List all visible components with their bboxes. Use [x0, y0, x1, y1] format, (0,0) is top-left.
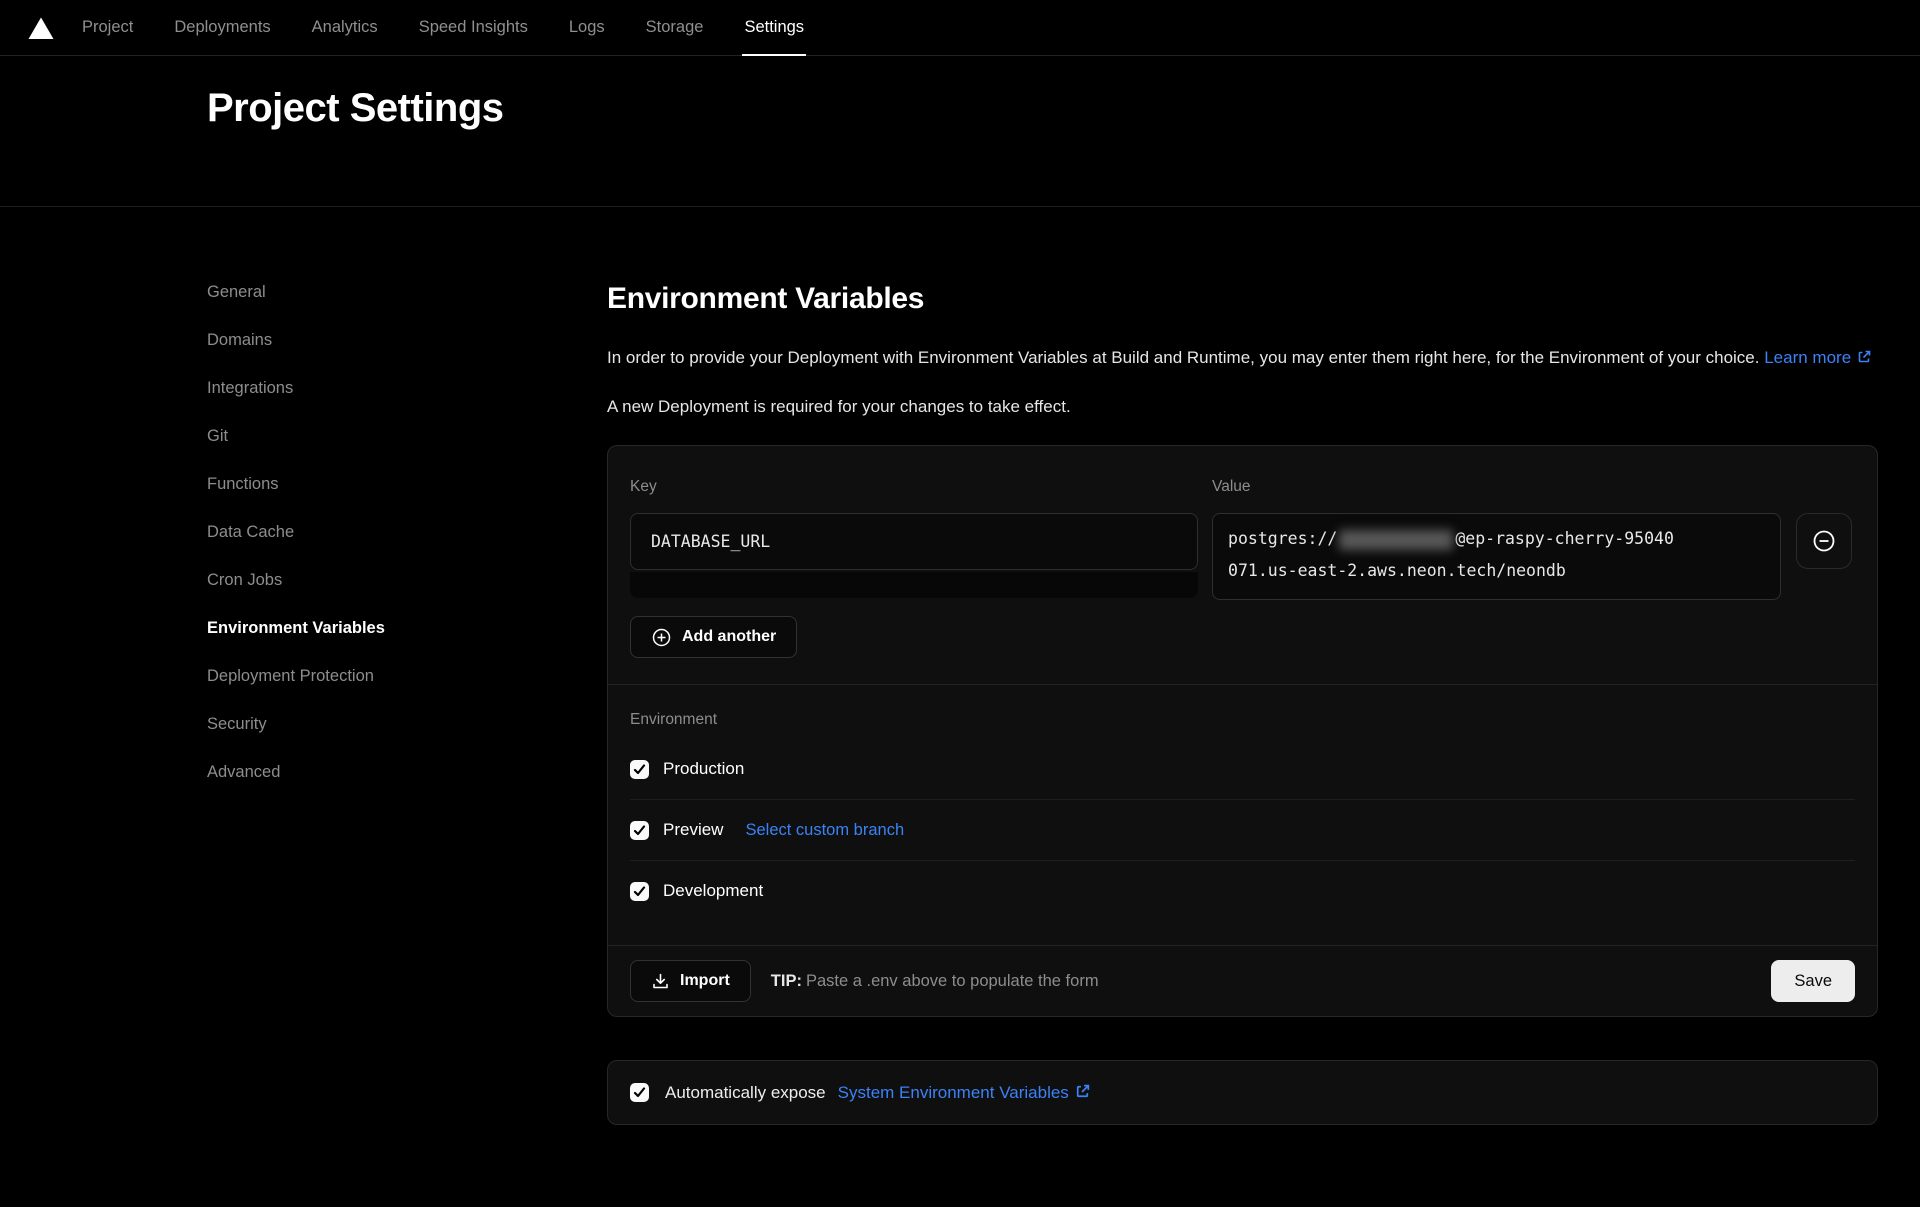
- add-another-button[interactable]: Add another: [630, 616, 797, 658]
- tip-text: TIP:Paste a .env above to populate the f…: [771, 972, 1099, 991]
- value-line-1: postgres:// @ep-raspy-cherry-95040: [1228, 523, 1765, 555]
- key-label: Key: [630, 478, 1198, 498]
- nav-tab-analytics[interactable]: Analytics: [312, 0, 378, 55]
- sidebar-item-functions[interactable]: Functions: [207, 474, 279, 494]
- environment-row-development: Development: [630, 861, 1855, 921]
- check-icon: [633, 763, 646, 776]
- external-link-icon: [1074, 1083, 1091, 1100]
- sidebar-item-advanced[interactable]: Advanced: [207, 762, 280, 782]
- sidebar-item-integrations[interactable]: Integrations: [207, 378, 293, 398]
- key-value: DATABASE_URL: [651, 532, 770, 551]
- nav-tab-project[interactable]: Project: [82, 0, 133, 55]
- nav-tab-logs[interactable]: Logs: [569, 0, 605, 55]
- add-another-label: Add another: [682, 628, 776, 646]
- card-divider: [608, 684, 1877, 685]
- sidebar-item-general[interactable]: General: [207, 282, 266, 302]
- nav-tab-settings[interactable]: Settings: [744, 0, 804, 55]
- nav-tab-storage[interactable]: Storage: [646, 0, 704, 55]
- expose-label: Automatically expose: [665, 1083, 826, 1103]
- sidebar-item-environment-variables[interactable]: Environment Variables: [207, 618, 385, 638]
- environment-row-preview: Preview Select custom branch: [630, 800, 1855, 860]
- sidebar-item-data-cache[interactable]: Data Cache: [207, 522, 294, 542]
- learn-more-label: Learn more: [1764, 348, 1851, 367]
- description-text: In order to provide your Deployment with…: [607, 348, 1759, 367]
- page-title: Project Settings: [207, 86, 1920, 131]
- system-env-link-label: System Environment Variables: [838, 1083, 1069, 1102]
- check-icon: [633, 885, 646, 898]
- value-input[interactable]: postgres:// @ep-raspy-cherry-95040 071.us…: [1212, 513, 1781, 600]
- environment-label: Environment: [630, 711, 1855, 731]
- section-description: In order to provide your Deployment with…: [607, 342, 1878, 373]
- nav-tab-deployments[interactable]: Deployments: [174, 0, 270, 55]
- sidebar-item-security[interactable]: Security: [207, 714, 267, 734]
- value-host-part-2: 071.us-east-2.aws.neon.tech/neondb: [1228, 561, 1566, 580]
- circle-minus-icon: [1809, 526, 1839, 556]
- nav-tab-speed-insights[interactable]: Speed Insights: [419, 0, 528, 55]
- circle-plus-icon: [651, 627, 672, 648]
- remove-row-button[interactable]: [1796, 513, 1852, 569]
- development-checkbox[interactable]: [630, 882, 649, 901]
- select-custom-branch-link[interactable]: Select custom branch: [745, 821, 904, 840]
- key-input[interactable]: DATABASE_URL: [630, 513, 1198, 570]
- card-footer: Import TIP:Paste a .env above to populat…: [608, 945, 1877, 1016]
- expose-checkbox[interactable]: [630, 1083, 649, 1102]
- redacted-credentials: [1339, 530, 1453, 550]
- value-host-part-1: @ep-raspy-cherry-95040: [1455, 529, 1674, 548]
- sidebar-item-cron-jobs[interactable]: Cron Jobs: [207, 570, 282, 590]
- tip-prefix: TIP:: [771, 972, 802, 990]
- key-input-extension: [630, 572, 1198, 598]
- preview-checkbox[interactable]: [630, 821, 649, 840]
- sidebar-item-domains[interactable]: Domains: [207, 330, 272, 350]
- nav-tabs: Project Deployments Analytics Speed Insi…: [82, 0, 804, 55]
- check-icon: [633, 1086, 646, 1099]
- value-line-2: 071.us-east-2.aws.neon.tech/neondb: [1228, 555, 1765, 587]
- settings-sidebar: General Domains Integrations Git Functio…: [207, 282, 607, 1125]
- deployment-note: A new Deployment is required for your ch…: [607, 397, 1878, 417]
- key-value-row: Key DATABASE_URL Value postgres:// @ep-ra…: [630, 478, 1852, 600]
- environment-row-production: Production: [630, 739, 1855, 799]
- system-env-variables-link[interactable]: System Environment Variables: [838, 1083, 1091, 1103]
- check-icon: [633, 824, 646, 837]
- production-label: Production: [663, 759, 744, 779]
- content: General Domains Integrations Git Functio…: [0, 207, 1920, 1125]
- learn-more-link[interactable]: Learn more: [1764, 348, 1872, 367]
- external-link-icon: [1856, 349, 1872, 365]
- env-var-form-card: Key DATABASE_URL Value postgres:// @ep-ra…: [607, 445, 1878, 1017]
- environment-section: Environment Production Preview Select cu…: [608, 711, 1877, 921]
- save-button[interactable]: Save: [1771, 960, 1855, 1002]
- vercel-logo-icon[interactable]: [28, 16, 54, 40]
- top-nav: Project Deployments Analytics Speed Insi…: [0, 0, 1920, 56]
- sidebar-item-deployment-protection[interactable]: Deployment Protection: [207, 666, 374, 686]
- import-button[interactable]: Import: [630, 960, 751, 1002]
- value-label: Value: [1212, 478, 1781, 498]
- main-panel: Environment Variables In order to provid…: [607, 282, 1878, 1125]
- development-label: Development: [663, 881, 763, 901]
- system-env-card: Automatically expose System Environment …: [607, 1060, 1878, 1125]
- section-title: Environment Variables: [607, 282, 1878, 316]
- value-prefix: postgres://: [1228, 529, 1337, 548]
- tip-body: Paste a .env above to populate the form: [806, 972, 1099, 990]
- preview-label: Preview: [663, 820, 723, 840]
- download-icon: [651, 972, 670, 991]
- import-label: Import: [680, 972, 730, 990]
- sidebar-item-git[interactable]: Git: [207, 426, 228, 446]
- production-checkbox[interactable]: [630, 760, 649, 779]
- page-header: Project Settings: [0, 56, 1920, 207]
